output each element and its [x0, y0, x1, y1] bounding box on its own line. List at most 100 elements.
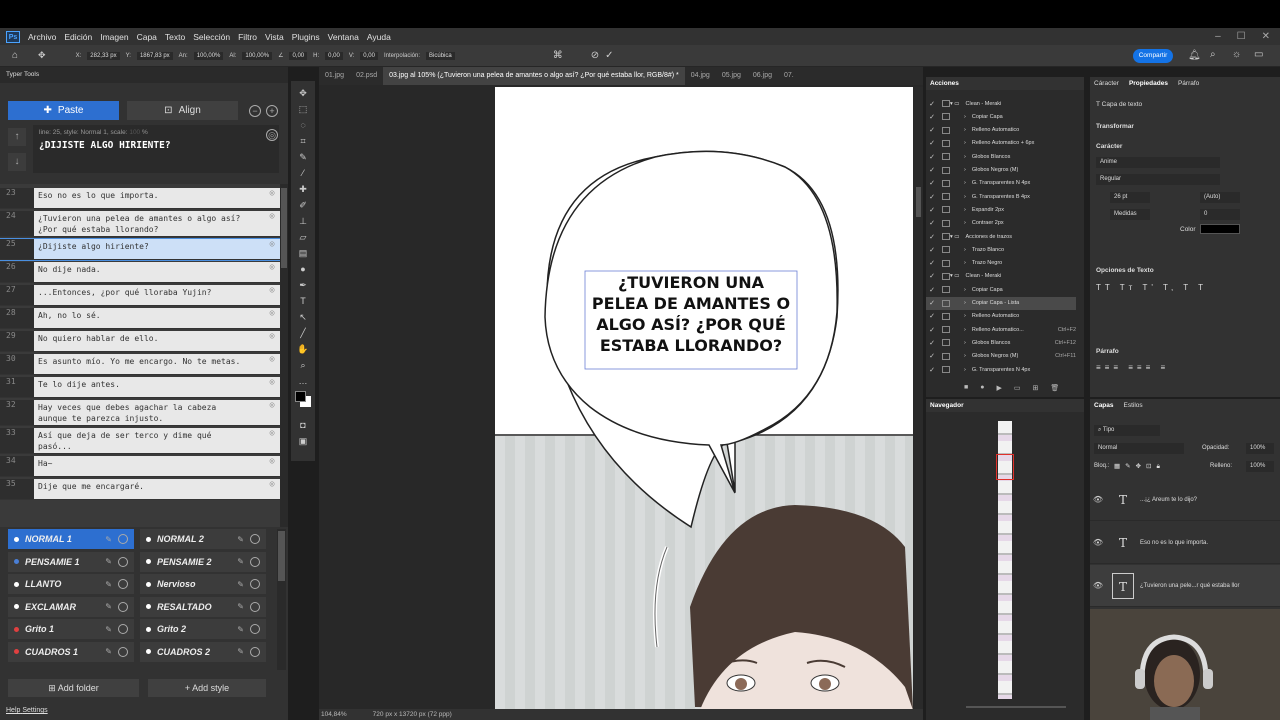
action-row[interactable]: ✓ › G. Transparentes N 4px [926, 177, 1076, 190]
script-line-row[interactable]: 29 No quiero hablar de ello. ◎ [0, 331, 280, 352]
line-target-icon[interactable]: ◎ [264, 400, 280, 425]
check-icon[interactable]: ✓ [926, 100, 938, 108]
check-icon[interactable]: ✓ [926, 139, 938, 147]
script-line-row[interactable]: 30 Es asunto mío. Yo me encargo. No te me… [0, 354, 280, 375]
script-line-row[interactable]: 25 ¿Dijiste algo hiriente? ◎ [0, 238, 281, 261]
style-item[interactable]: NORMAL 1 ✎ [8, 529, 134, 549]
check-icon[interactable]: ✓ [926, 193, 938, 201]
dialog-toggle-icon[interactable] [942, 153, 950, 161]
add-circle-icon[interactable] [250, 556, 260, 567]
menu-ventana[interactable]: Ventana [328, 32, 359, 42]
search-icon[interactable]: ⌕ [1210, 49, 1216, 60]
transform-section[interactable]: Transformar [1096, 123, 1134, 130]
settings-link[interactable]: Settings [22, 707, 47, 714]
edit-icon[interactable]: ✎ [105, 580, 112, 589]
dialog-toggle-icon[interactable] [942, 339, 950, 347]
edit-icon[interactable]: ✎ [237, 625, 244, 634]
style-item[interactable]: LLANTO ✎ [8, 574, 134, 594]
add-circle-icon[interactable] [250, 579, 260, 589]
action-row[interactable]: ✓ › Relleno Automatico [926, 124, 1076, 137]
navigator-zoom-slider[interactable] [966, 706, 1066, 708]
action-row[interactable]: ✓ › Copiar Capa [926, 283, 1076, 296]
y-field[interactable]: 1867,83 px [136, 51, 173, 60]
action-row[interactable]: ✓ ▾ ▭ Acciones de trazos [926, 230, 1076, 243]
visibility-icon[interactable]: 👁︎ [1090, 581, 1106, 590]
opacity-field[interactable]: 100% [1246, 443, 1274, 454]
bell-icon[interactable]: 🔔︎ [1188, 50, 1201, 61]
script-line-row[interactable]: 23 Eso no es lo que importa. ◎ [0, 188, 280, 209]
cancel-icon[interactable]: ⊘ [591, 50, 599, 61]
tab-capas[interactable]: Capas [1094, 402, 1114, 409]
dialog-toggle-icon[interactable] [942, 166, 950, 174]
line-target-icon[interactable]: ◎ [264, 377, 280, 397]
tab-07[interactable]: 07. [778, 67, 800, 85]
action-row[interactable]: ✓ › Copiar Capa - Lista [926, 296, 1076, 310]
check-icon[interactable]: ✓ [926, 113, 938, 121]
minimize-icon[interactable]: – [1215, 31, 1221, 42]
edit-icon[interactable]: ✎ [237, 535, 244, 544]
style-item[interactable]: Nervioso ✎ [140, 574, 266, 594]
dialog-toggle-icon[interactable] [942, 366, 950, 373]
canvas-v-scrollbar[interactable] [914, 87, 923, 709]
lines-scrollbar[interactable] [280, 184, 288, 527]
line-target-icon[interactable]: ◎ [264, 354, 280, 374]
styles-scrollbar[interactable] [277, 529, 286, 670]
marquee-icon[interactable]: ⬚ [297, 103, 309, 115]
line-target-icon[interactable]: ◎ [264, 456, 280, 476]
dialog-toggle-icon[interactable] [942, 259, 950, 267]
tab-03-active[interactable]: 03.jpg al 105% (¿Tuvieron una pelea de a… [383, 67, 685, 85]
share-button[interactable]: Compartir [1133, 49, 1173, 63]
tab-01[interactable]: 01.jpg [319, 67, 350, 85]
eyedropper-icon[interactable]: ⁄ [297, 167, 309, 179]
paste-button[interactable]: ✚ Paste [8, 101, 119, 120]
edit-icon[interactable]: ✎ [105, 535, 112, 544]
menu-ayuda[interactable]: Ayuda [367, 32, 391, 42]
eraser-icon[interactable]: ▱ [297, 231, 309, 243]
menu-capa[interactable]: Capa [137, 32, 157, 42]
script-line-row[interactable]: 26 No dije nada. ◎ [0, 262, 280, 283]
menu-vista[interactable]: Vista [265, 32, 284, 42]
character-section[interactable]: Carácter [1096, 143, 1122, 150]
add-circle-icon[interactable] [118, 534, 128, 544]
dialog-toggle-icon[interactable] [942, 179, 950, 187]
menu-seleccion[interactable]: Selección [193, 32, 230, 42]
edit-icon[interactable]: ✎ [237, 557, 244, 566]
dialog-toggle-icon[interactable] [942, 299, 950, 307]
edit-icon[interactable]: ✎ [105, 557, 112, 566]
style-item[interactable]: NORMAL 2 ✎ [140, 529, 266, 549]
add-style-button[interactable]: + Add style [148, 679, 266, 697]
tab-parrafo[interactable]: Párrafo [1178, 80, 1199, 87]
healing-icon[interactable]: ✚ [297, 183, 309, 195]
plus-icon[interactable]: + [266, 105, 278, 117]
edit-icon[interactable]: ✎ [237, 580, 244, 589]
action-row[interactable]: ✓ › Copiar Capa [926, 110, 1076, 123]
edit-icon[interactable]: ✎ [237, 647, 244, 656]
check-icon[interactable]: ✓ [926, 233, 938, 241]
check-icon[interactable]: ✓ [926, 259, 938, 267]
style-item[interactable]: PENSAMIE 1 ✎ [8, 551, 134, 572]
new-action-icon[interactable]: ⊞ [1032, 384, 1038, 392]
more-tools-icon[interactable]: … [297, 375, 309, 387]
line-target-icon[interactable]: ◎ [264, 262, 280, 282]
style-item[interactable]: RESALTADO ✎ [140, 596, 266, 617]
line-target-icon[interactable]: ◎ [264, 479, 280, 499]
menu-filtro[interactable]: Filtro [238, 32, 257, 42]
type-icon[interactable]: T [297, 295, 309, 307]
style-item[interactable]: EXCLAMAR ✎ [8, 596, 134, 617]
brush-icon[interactable]: ✐ [297, 199, 309, 211]
h-skew-field[interactable]: 0,00 [325, 51, 343, 60]
line-target-icon[interactable]: ◎ [264, 188, 280, 208]
style-item[interactable]: PENSAMIE 2 ✎ [140, 551, 266, 572]
add-circle-icon[interactable] [250, 646, 260, 657]
action-row[interactable]: ✓ › Expandir 2px [926, 203, 1076, 216]
text-color-swatch[interactable] [1200, 224, 1240, 234]
check-icon[interactable]: ✓ [926, 339, 938, 347]
tab-propiedades[interactable]: Propiedades [1129, 80, 1168, 87]
angle-field[interactable]: 0,00 [289, 51, 308, 60]
menu-imagen[interactable]: Imagen [100, 32, 128, 42]
check-icon[interactable]: ✓ [926, 246, 938, 254]
action-row[interactable]: ✓ › Relleno Automatico + 6px [926, 137, 1076, 150]
crop-icon[interactable]: ⌗ [297, 135, 309, 147]
dialog-toggle-icon[interactable] [942, 113, 950, 121]
script-line-row[interactable]: 34 Ha~ ◎ [0, 456, 280, 477]
